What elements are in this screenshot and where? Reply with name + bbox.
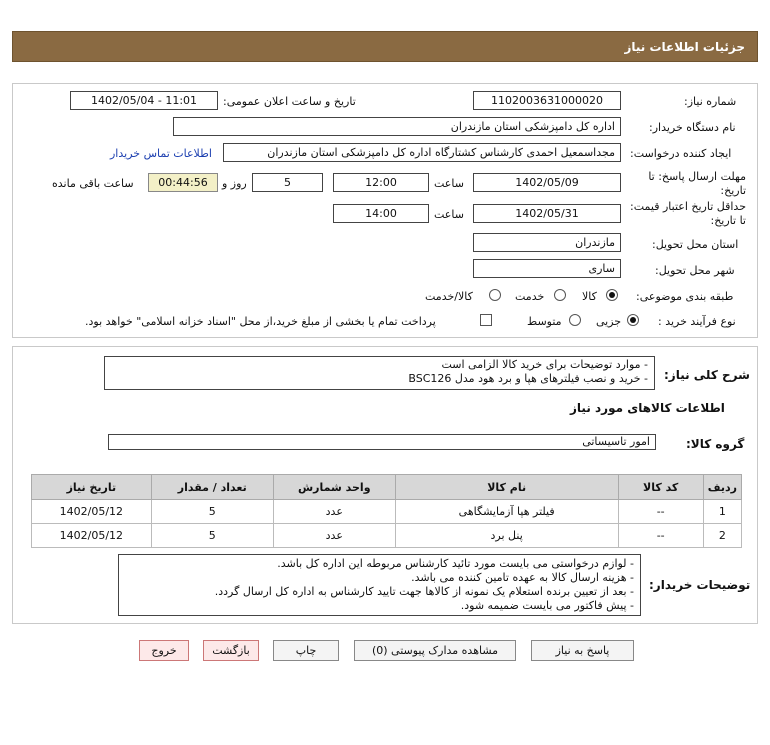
buyer-notes-field: - لوازم درخواستی می بایست مورد تائید کار… [118,554,641,616]
summary-line: - موارد توضیحات برای خرید کالا الزامی اس… [441,358,648,371]
need-details-page: ParsNamadData ۰۲۱-۸۸۳۴۹۶۷۰-۵ 0101000110 … [0,0,770,745]
announce-label: تاریخ و ساعت اعلان عمومی: [223,95,356,108]
category-goods-service-radio[interactable] [489,289,501,301]
goods-table-header: ردیف کد کالا نام کالا واحد شمارش تعداد /… [31,474,743,500]
cell-name: فیلتر هپا آزمایشگاهی [394,499,619,524]
buyer-note-line: - پیش فاکتور می بایست ضمیمه شود. [460,599,634,612]
buyer-note-line: - لوازم درخواستی می بایست مورد تائید کار… [277,557,634,570]
category-label: طبقه بندی موضوعی: [636,290,734,303]
goods-group-label: گروه کالا: [686,437,745,451]
process-medium-radio[interactable] [569,314,581,326]
col-date: تاریخ نیاز [31,474,152,500]
cell-unit: عدد [272,499,396,524]
process-minor-label: جزیی [596,315,622,328]
cell-code: -- [617,523,704,548]
category-service-radio[interactable] [554,289,566,301]
cell-unit: عدد [272,523,396,548]
creator-field: مجداسمعیل احمدی کارشناس کشتارگاه اداره ک… [223,143,621,162]
validity-time-field: 14:00 [333,204,429,223]
need-number-label: شماره نیاز: [684,95,737,108]
cell-row: 2 [702,523,743,548]
page-title: جزئیات اطلاعات نیاز [624,40,745,54]
reply-deadline-label: مهلت ارسال پاسخ: تا تاریخ: [648,170,746,197]
buyer-notes-label: توضیحات خریدار: [649,578,751,592]
province-field: مازندران [473,233,621,252]
city-label: شهر محل تحویل: [655,264,735,277]
validity-label: حداقل تاریخ اعتبار قیمت: تا تاریخ: [630,200,746,227]
category-goods-service-label: کالا/خدمت [425,290,473,303]
buyer-note-line: - هزینه ارسال کالا به عهده تامین کننده م… [411,571,634,584]
category-goods-label: کالا [582,290,597,303]
city-field: ساری [473,259,621,278]
reply-time-label: ساعت [434,177,464,190]
table-row: 2 -- پنل برد عدد 5 1402/05/12 [31,523,743,548]
category-goods-radio[interactable] [606,289,618,301]
process-minor-radio[interactable] [627,314,639,326]
col-name: نام کالا [394,474,619,500]
table-row: 1 -- فیلتر هپا آزمایشگاهی عدد 5 1402/05/… [31,499,743,524]
treasury-payment-checkbox[interactable] [480,314,492,326]
col-unit: واحد شمارش [272,474,396,500]
cell-row: 1 [702,499,743,524]
contact-buyer-link[interactable]: اطلاعات تماس خریدار [110,147,212,160]
col-code: کد کالا [617,474,704,500]
reply-date-field: 1402/05/09 [473,173,621,192]
remaining-time-field: 00:44:56 [148,173,218,192]
process-medium-label: متوسط [527,315,562,328]
days-label: روز و [222,177,247,190]
buyer-note-line: - بعد از تعیین برنده استعلام یک نمونه از… [214,585,634,598]
creator-label: ایجاد کننده درخواست: [630,147,732,160]
remaining-label: ساعت باقی مانده [52,177,134,190]
goods-group-field: امور تاسیساتی [108,434,656,450]
back-button[interactable]: بازگشت [203,640,259,661]
summary-line: - خرید و نصب فیلترهای هپا و برد هود مدل … [408,372,648,385]
print-button[interactable]: چاپ [273,640,339,661]
col-qty: تعداد / مقدار [150,474,274,500]
reply-button[interactable]: پاسخ به نیاز [531,640,634,661]
cell-date: 1402/05/12 [31,523,152,548]
goods-section-title: اطلاعات کالاهای مورد نیاز [570,401,725,415]
cell-qty: 5 [150,523,274,548]
treasury-payment-note: پرداخت تمام یا بخشی از مبلغ خرید،از محل … [85,315,436,328]
cell-name: پنل برد [394,523,619,548]
goods-table: ردیف کد کالا نام کالا واحد شمارش تعداد /… [31,474,743,548]
attachments-button[interactable]: مشاهده مدارک پیوستی (0) [354,640,516,661]
summary-label: شرح کلی نیاز: [664,368,750,382]
need-number-field: 1102003631000020 [473,91,621,110]
process-label: نوع فرآیند خرید : [658,315,736,328]
province-label: استان محل تحویل: [652,238,739,251]
exit-button[interactable]: خروج [139,640,189,661]
summary-field: - موارد توضیحات برای خرید کالا الزامی اس… [104,356,655,390]
col-row: ردیف [702,474,743,500]
validity-time-label: ساعت [434,208,464,221]
cell-qty: 5 [150,499,274,524]
buyer-org-label: نام دستگاه خریدار: [649,121,736,134]
category-service-label: خدمت [515,290,545,303]
days-field: 5 [252,173,323,192]
reply-time-field: 12:00 [333,173,429,192]
cell-date: 1402/05/12 [31,499,152,524]
validity-date-field: 1402/05/31 [473,204,621,223]
cell-code: -- [617,499,704,524]
announce-field: 1402/05/04 - 11:01 [70,91,218,110]
page-header: جزئیات اطلاعات نیاز [12,31,758,62]
buyer-org-field: اداره کل دامپزشکی استان مازندران [173,117,621,136]
